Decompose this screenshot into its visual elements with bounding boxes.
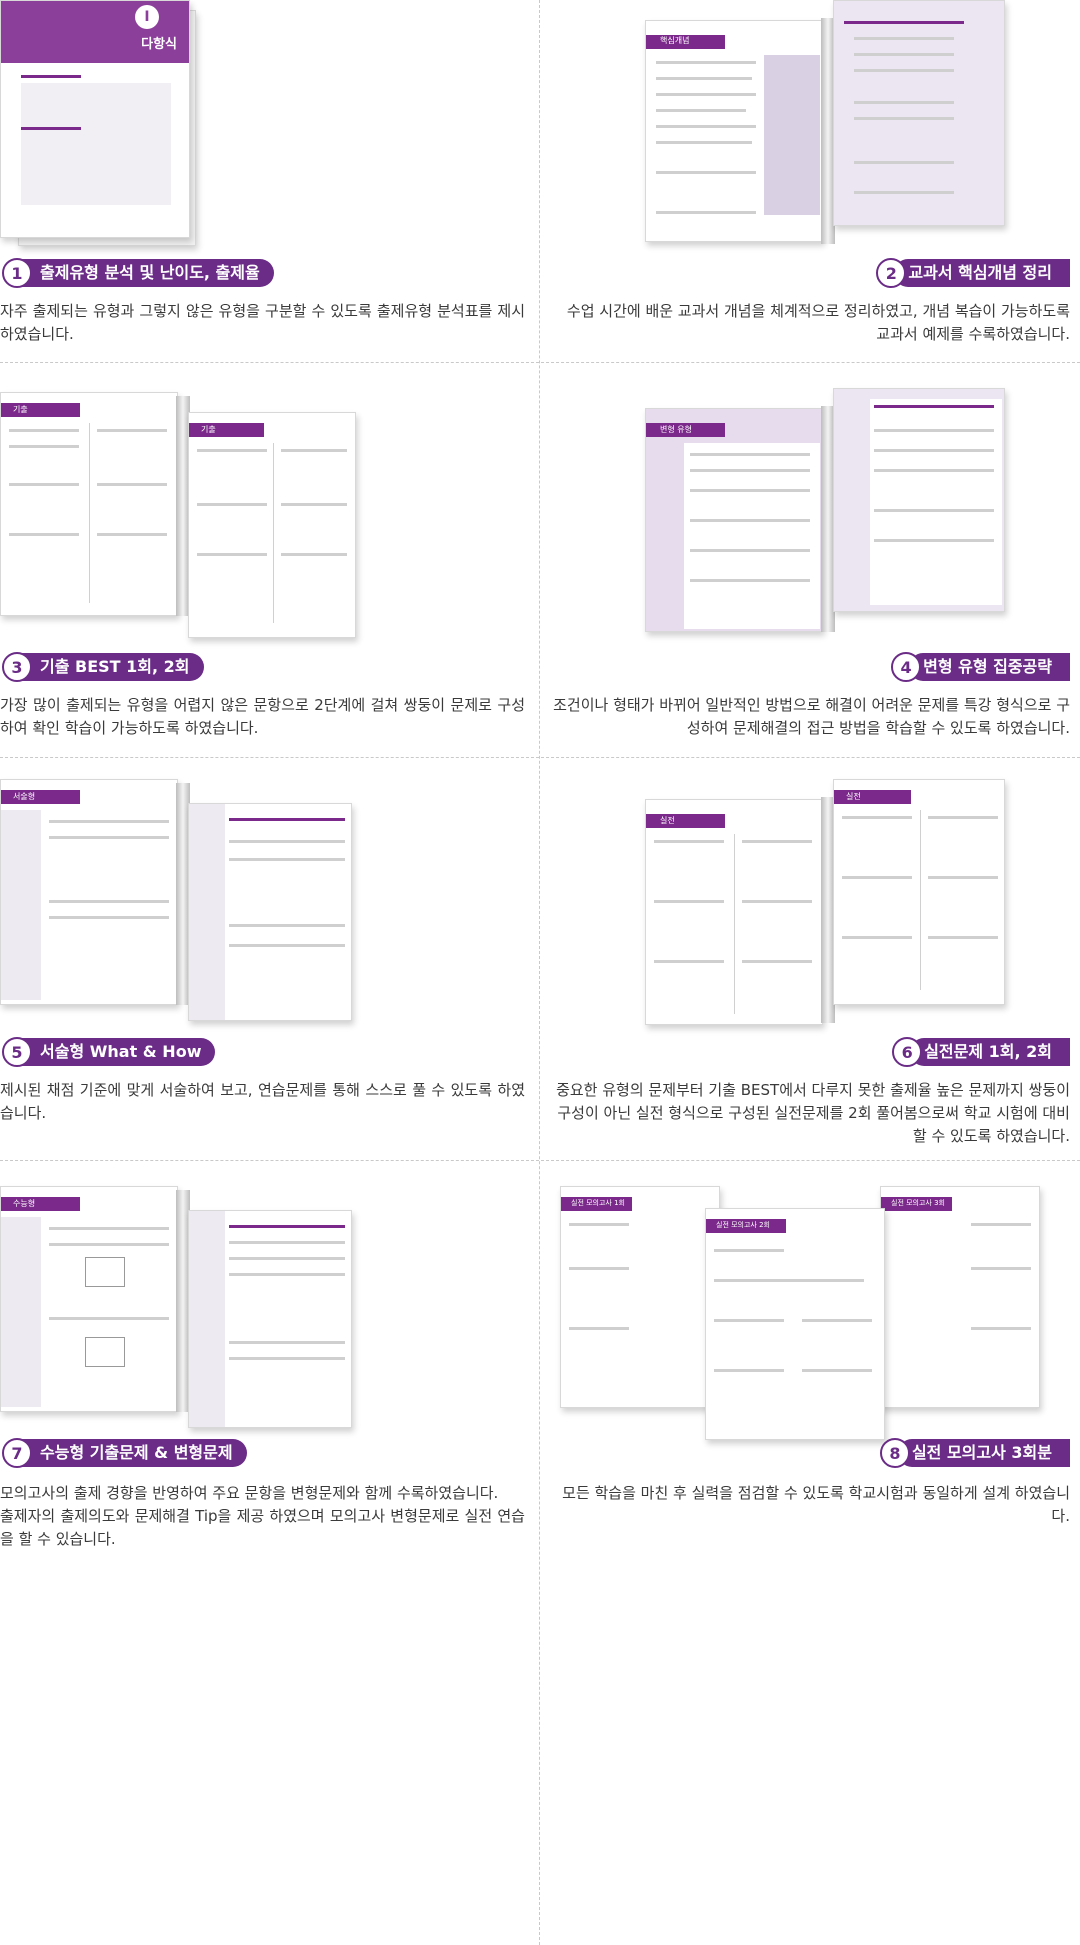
feature-badge-8: 8 실전 모의고사 3회분: [879, 1438, 1070, 1468]
feature-badge-4: 4 변형 유형 집중공략: [891, 652, 1070, 682]
feature-description-1: 자주 출제되는 유형과 그렇지 않은 유형을 구분할 수 있도록 출제유형 분석…: [0, 302, 525, 343]
badge-title: 실전 모의고사 3회분: [897, 1439, 1070, 1467]
book-thumbnail: I 다항식: [0, 0, 200, 300]
feature-description-6: 중요한 유형의 문제부터 기출 BEST에서 다루지 못한 출제율 높은 문제까…: [556, 1081, 1070, 1145]
badge-title: 출제유형 분석 및 난이도, 출제율: [20, 259, 274, 287]
feature-cell-3: 기출 기출 3 기출 BEST 1회, 2회 가장 많이 출제되는 유형을 어렵…: [0, 362, 540, 757]
badge-number: 8: [879, 1438, 910, 1468]
feature-badge-6: 6 실전문제 1회, 2회: [892, 1037, 1070, 1067]
feature-cell-7: 수능형 7 수능형 기출문제 & 변형문제 모의고사의 출제 경향을 반영하여 …: [0, 1160, 540, 1945]
feature-badge-3: 3 기출 BEST 1회, 2회: [2, 652, 204, 682]
feature-cell-2: 핵심개념 2 교과서 핵심개념 정리 수업 시간에 배운 교과서 개념을 체계적…: [540, 0, 1080, 362]
badge-title: 실전문제 1회, 2회: [910, 1038, 1070, 1066]
feature-cell-4: 변형 유형 4 변형 유형 집중공략 조건이나 형태가 바뀌어 일반적인 방법으…: [540, 362, 1080, 757]
feature-cell-6: 실전 실전 6 실전문제 1회, 2회 중요한 유형의 문제부터 기출 BEST…: [540, 757, 1080, 1160]
badge-number: 7: [2, 1438, 32, 1468]
badge-number: 6: [892, 1037, 923, 1067]
badge-number: 4: [891, 652, 922, 682]
badge-number: 3: [2, 652, 32, 682]
feature-cell-1: I 다항식 1 출제유형 분석 및 난이도, 출제율 자주 출제되는 유형과 그…: [0, 0, 540, 362]
book-thumbnail: 변형 유형: [645, 388, 1015, 688]
feature-description-3: 가장 많이 출제되는 유형을 어렵지 않은 문항으로 2단계에 걸쳐 쌍둥이 문…: [0, 696, 525, 737]
book-thumbnail: 기출 기출: [0, 392, 440, 692]
feature-grid: I 다항식 1 출제유형 분석 및 난이도, 출제율 자주 출제되는 유형과 그…: [0, 0, 1080, 1945]
badge-number: 1: [2, 258, 32, 288]
feature-cell-5: 서술형 5 서술형 What & How 제시된 채점 기준에 맞게 서술하여 …: [0, 757, 540, 1160]
badge-title: 기출 BEST 1회, 2회: [20, 653, 204, 681]
chapter-numeral: I: [135, 5, 159, 29]
badge-number: 5: [2, 1037, 32, 1067]
chapter-title: 다항식: [141, 37, 177, 52]
book-thumbnail: 서술형: [0, 779, 440, 1079]
feature-description-7: 모의고사의 출제 경향을 반영하여 주요 문항을 변형문제와 함께 수록하였습니…: [0, 1484, 525, 1548]
feature-badge-5: 5 서술형 What & How: [2, 1037, 216, 1067]
feature-description-8: 모든 학습을 마친 후 실력을 점검할 수 있도록 학교시험과 동일하게 설계 …: [562, 1484, 1070, 1525]
feature-badge-1: 1 출제유형 분석 및 난이도, 출제율: [2, 258, 274, 288]
feature-cell-8: 실전 모의고사 1회 실전 모의고사 3회 실전 모의고사 2회 8 실전 모의…: [540, 1160, 1080, 1945]
feature-description-4: 조건이나 형태가 바뀌어 일반적인 방법으로 해결이 어려운 문제를 특강 형식…: [553, 696, 1070, 737]
book-thumbnail: 핵심개념: [645, 0, 1010, 300]
badge-title: 서술형 What & How: [20, 1038, 216, 1066]
feature-description-2: 수업 시간에 배운 교과서 개념을 체계적으로 정리하였고, 개념 복습이 가능…: [566, 302, 1070, 343]
badge-title: 수능형 기출문제 & 변형문제: [20, 1439, 247, 1467]
book-thumbnail: 실전 실전: [645, 779, 1015, 1079]
feature-badge-2: 2 교과서 핵심개념 정리: [876, 258, 1070, 288]
badge-title: 변형 유형 집중공략: [909, 653, 1070, 681]
feature-description-5: 제시된 채점 기준에 맞게 서술하여 보고, 연습문제를 통해 스스로 풀 수 …: [0, 1081, 525, 1122]
feature-badge-7: 7 수능형 기출문제 & 변형문제: [2, 1438, 247, 1468]
badge-title: 교과서 핵심개념 정리: [894, 259, 1070, 287]
